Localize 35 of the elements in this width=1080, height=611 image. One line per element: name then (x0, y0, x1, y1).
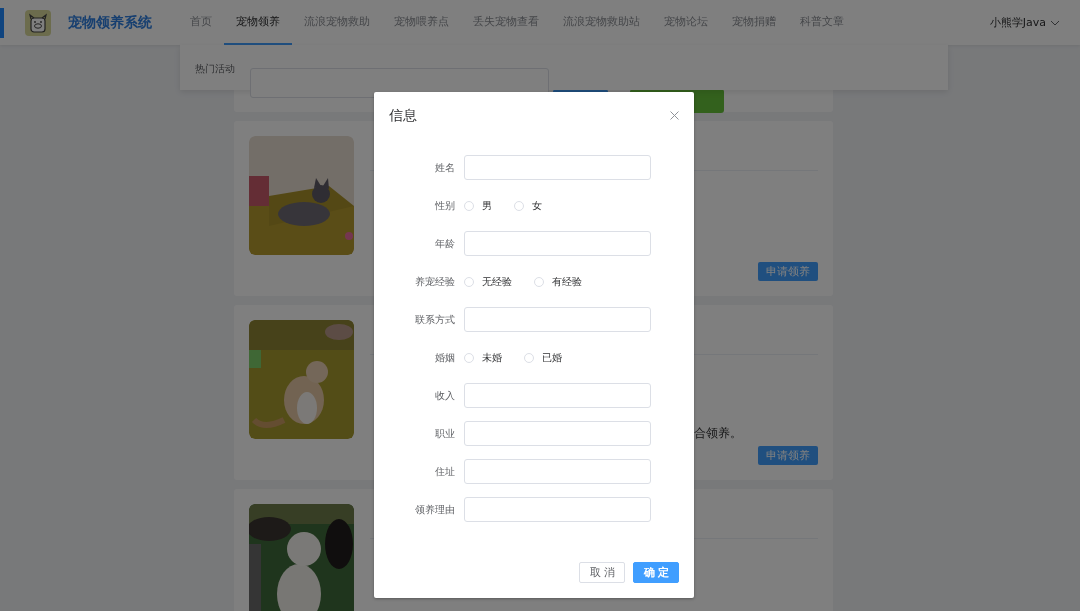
radio-option[interactable]: 女 (514, 198, 542, 213)
text-field[interactable] (464, 383, 651, 408)
dialog-title: 信息 (389, 106, 417, 125)
radio-option[interactable]: 男 (464, 198, 492, 213)
text-field[interactable] (464, 421, 651, 446)
text-field[interactable] (464, 497, 651, 522)
field-label: 年龄 (434, 236, 455, 251)
text-field[interactable] (464, 307, 651, 332)
field-label: 婚姻 (434, 350, 455, 365)
text-field[interactable] (464, 155, 651, 180)
pet-description: 合领养。 (694, 425, 743, 442)
cancel-button[interactable]: 取消 (579, 562, 625, 583)
field-label: 职业 (434, 426, 455, 441)
apply-button[interactable]: 申请领养 (758, 262, 818, 281)
app-title: 宠物领养系统 (68, 13, 152, 32)
submenu-item[interactable]: 热门活动 (195, 62, 235, 76)
radio-option[interactable]: 无经验 (464, 274, 512, 289)
field-label: 住址 (434, 464, 455, 479)
edge-bar (0, 7, 4, 38)
field-label: 收入 (434, 388, 455, 403)
confirm-button[interactable]: 确定 (633, 562, 679, 583)
field-label: 联系方式 (414, 312, 455, 327)
field-label: 领养理由 (414, 502, 455, 517)
field-label: 姓名 (434, 160, 455, 175)
radio-option[interactable]: 已婚 (524, 350, 562, 365)
field-label: 性别 (434, 198, 455, 213)
apply-button[interactable]: 申请领养 (758, 446, 818, 465)
user-name[interactable]: 小熊学Java (989, 15, 1046, 30)
close-icon[interactable] (670, 111, 679, 120)
pig-logo-icon (25, 9, 51, 36)
radio-option[interactable]: 未婚 (464, 350, 502, 365)
field-label: 养宠经验 (414, 274, 455, 289)
text-field[interactable] (464, 231, 651, 256)
radio-option[interactable]: 有经验 (534, 274, 582, 289)
text-field[interactable] (464, 459, 651, 484)
